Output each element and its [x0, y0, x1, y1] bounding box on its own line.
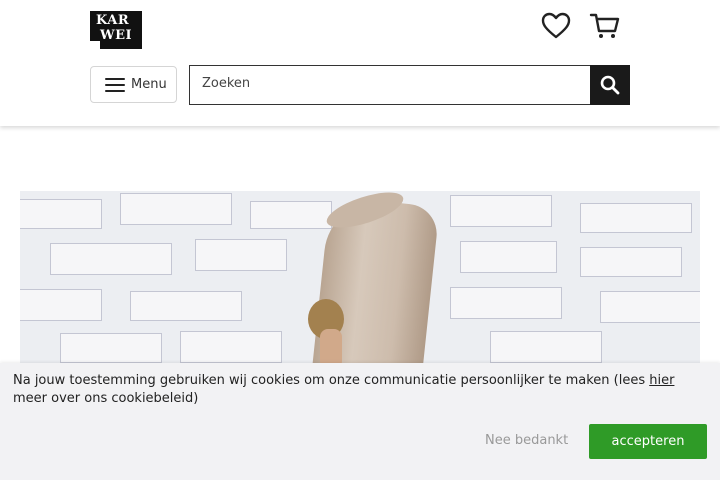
karwei-logo[interactable]: KAR WEI: [90, 11, 142, 49]
site-header: KAR WEI Menu: [0, 0, 720, 126]
brick: [60, 333, 162, 363]
brick: [450, 287, 562, 319]
accept-button[interactable]: accepteren: [589, 424, 707, 459]
cookie-message: Na jouw toestemming gebruiken wij cookie…: [13, 372, 693, 408]
cookie-policy-link[interactable]: hier: [649, 373, 674, 388]
cookie-text-start: Na jouw toestemming gebruiken wij cookie…: [13, 373, 650, 388]
brick: [460, 241, 557, 273]
search-button[interactable]: [590, 65, 630, 105]
brick: [580, 203, 692, 233]
cart-icon[interactable]: [589, 11, 621, 41]
cookie-text-end: meer over ons cookiebeleid): [13, 391, 199, 406]
search-field[interactable]: [189, 65, 592, 105]
heart-icon[interactable]: [541, 11, 571, 41]
hamburger-icon: [105, 78, 125, 92]
brick: [490, 331, 602, 363]
cookie-banner: Na jouw toestemming gebruiken wij cookie…: [0, 363, 720, 480]
brick: [195, 239, 287, 271]
brick: [120, 193, 232, 225]
brick: [130, 291, 242, 321]
hero-image[interactable]: [20, 191, 700, 371]
search-input[interactable]: [200, 75, 584, 92]
logo-notch: [90, 41, 100, 49]
brick: [20, 199, 102, 229]
brick: [50, 243, 172, 275]
logo-text-line1: KAR: [96, 13, 130, 28]
brick: [450, 195, 552, 227]
decline-button[interactable]: Nee bedankt: [485, 433, 568, 448]
search-icon: [600, 75, 620, 95]
menu-button[interactable]: Menu: [90, 66, 177, 103]
brick: [20, 289, 102, 321]
menu-label: Menu: [131, 77, 167, 92]
brick: [250, 201, 332, 229]
logo-text-line2: WEI: [100, 28, 133, 43]
brick: [180, 331, 282, 363]
brick: [600, 291, 700, 323]
brick: [580, 247, 682, 277]
